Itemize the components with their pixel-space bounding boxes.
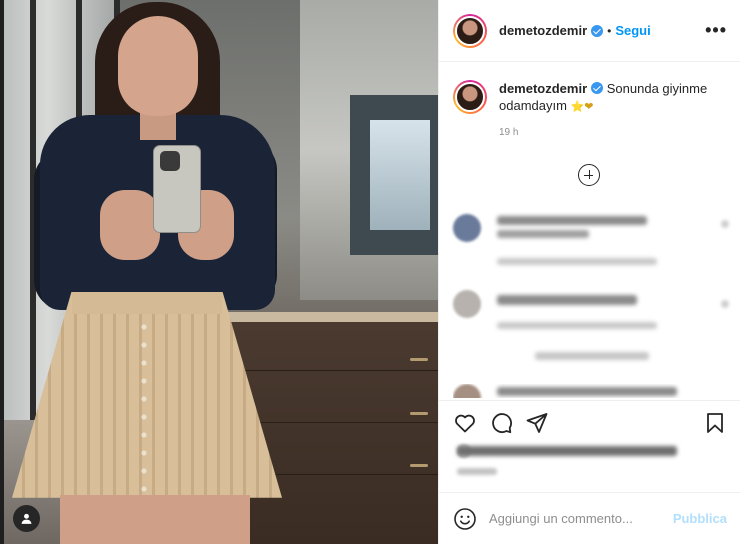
separator-dot: •	[607, 23, 612, 38]
photo-edge	[0, 0, 4, 544]
comment-input[interactable]	[489, 511, 673, 526]
more-options-icon[interactable]: •••	[705, 20, 727, 40]
list-item	[453, 384, 729, 398]
bookmark-icon[interactable]	[703, 411, 727, 435]
comment-composer: Pubblica	[439, 492, 740, 544]
list-item	[453, 214, 729, 274]
skirt-buttons	[140, 318, 148, 498]
plus-circle-icon[interactable]	[578, 164, 600, 186]
publish-button[interactable]: Pubblica	[673, 511, 727, 526]
legs	[60, 495, 250, 544]
avatar[interactable]	[453, 13, 487, 48]
post-header: demetozdemir • Segui •••	[439, 0, 740, 62]
smiley-icon[interactable]	[453, 507, 477, 531]
username-link[interactable]: demetozdemir	[499, 23, 587, 38]
action-bar	[439, 400, 740, 444]
doorway-window	[370, 120, 430, 230]
verified-badge-icon	[591, 24, 604, 37]
verified-badge-icon	[591, 82, 604, 94]
caption-emoji: ⭐❤	[570, 101, 594, 113]
heart-icon[interactable]	[453, 411, 477, 435]
post-time[interactable]: 19 h	[499, 124, 729, 141]
liked-by-text[interactable]	[457, 446, 677, 456]
caption: demetozdemir Sonunda giyinme odamdayım ⭐…	[453, 80, 729, 141]
caption-username[interactable]: demetozdemir	[499, 81, 587, 96]
follow-button[interactable]: Segui	[615, 23, 650, 38]
comment-icon[interactable]	[489, 411, 513, 435]
share-icon[interactable]	[525, 411, 549, 435]
skirt-waistband	[72, 292, 222, 314]
view-replies[interactable]	[535, 352, 649, 360]
user-tag-icon[interactable]	[13, 505, 40, 532]
caption-avatar[interactable]	[453, 80, 487, 114]
post-date	[457, 468, 497, 475]
list-item	[453, 290, 729, 350]
post-sidebar: demetozdemir • Segui ••• demetozdemir So…	[438, 0, 740, 544]
hand-left	[100, 190, 160, 260]
smartphone	[153, 145, 201, 233]
counter-top	[220, 312, 438, 322]
face	[118, 16, 198, 116]
post-photo[interactable]	[0, 0, 438, 544]
